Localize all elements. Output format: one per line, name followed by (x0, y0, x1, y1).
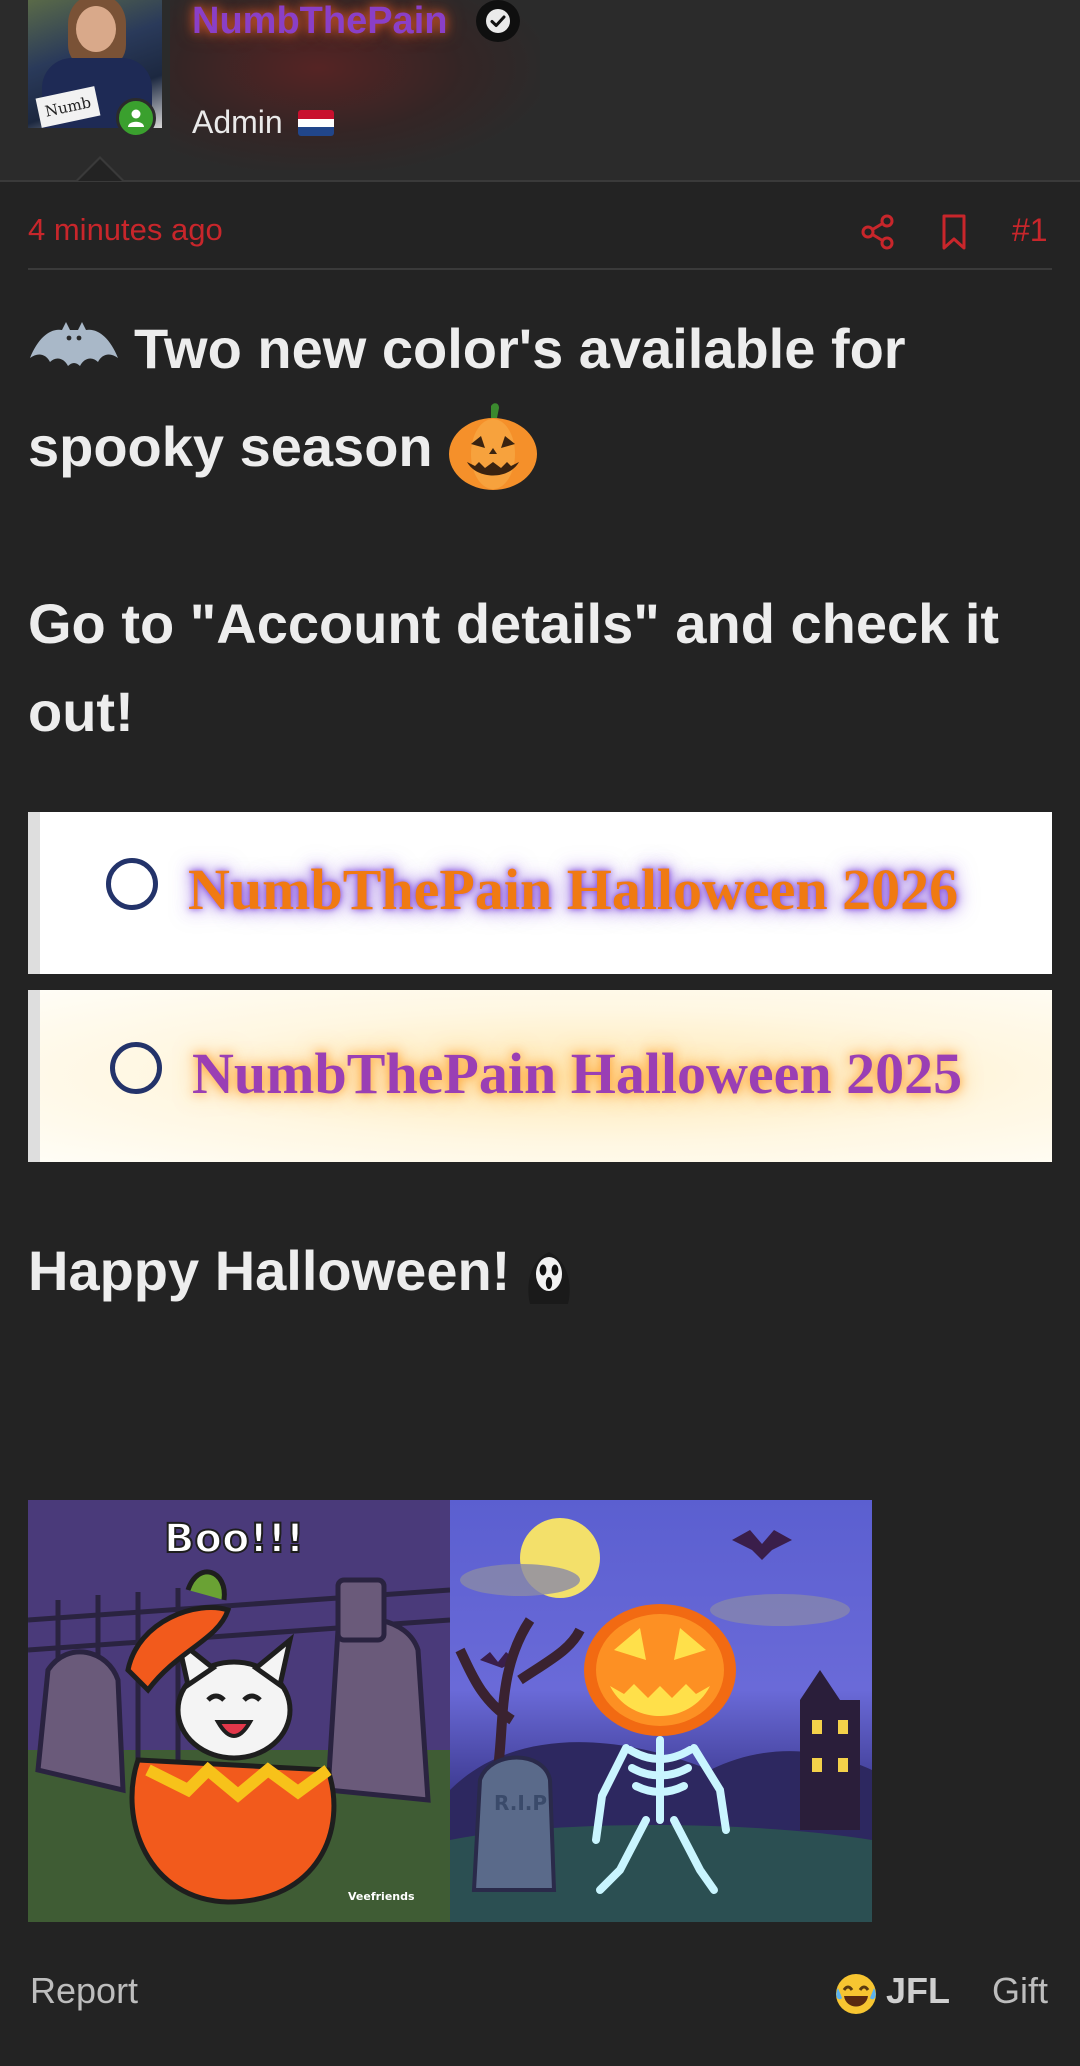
veefriends-watermark: Veefriends (348, 1890, 415, 1903)
verified-icon (476, 0, 520, 42)
color-option-halloween-2026[interactable]: NumbThePain Halloween 2026 (28, 812, 1052, 974)
tombstone-text: R.I.P (494, 1791, 547, 1815)
option-label: NumbThePain Halloween 2026 (188, 857, 959, 922)
author-username[interactable]: NumbThePain (192, 0, 447, 43)
greeting-line: Happy Halloween! (28, 1238, 574, 1304)
post-timestamp[interactable]: 4 minutes ago (28, 212, 223, 248)
online-status-icon (116, 98, 156, 138)
post-author-header: Numb NumbThePain Admin (0, 0, 1080, 182)
boo-caption: Boo!!! (164, 1516, 304, 1562)
radio-button[interactable] (110, 1042, 162, 1094)
radio-button[interactable] (106, 858, 158, 910)
gift-link[interactable]: Gift (992, 1970, 1048, 2012)
option-label: NumbThePain Halloween 2025 (192, 1041, 963, 1106)
reaction-label[interactable]: JFL (886, 1970, 950, 2012)
bookmark-icon[interactable] (934, 212, 974, 257)
share-icon[interactable] (858, 212, 898, 257)
post-body-text: Go to "Account details" and check it out… (28, 592, 1000, 743)
report-link[interactable]: Report (30, 1970, 138, 2012)
boo-cat-gif[interactable]: Boo!!! Veefriends (28, 1500, 450, 1922)
pumpkin-skeleton-gif[interactable]: R.I.P (450, 1500, 872, 1922)
header-pointer (76, 156, 124, 181)
crying-laughing-icon[interactable] (834, 1972, 878, 2025)
post-meta-row: 4 minutes ago #1 (28, 206, 1052, 270)
post-headline: Two new color's available for spooky sea… (28, 300, 1048, 496)
author-role: Admin (192, 104, 283, 140)
netherlands-flag-icon (298, 110, 334, 136)
color-option-halloween-2025[interactable]: NumbThePain Halloween 2025 (28, 990, 1052, 1162)
greeting-text: Happy Halloween! (28, 1239, 511, 1302)
post-number-link[interactable]: #1 (1012, 212, 1048, 249)
pumpkin-icon (448, 403, 537, 490)
ghostface-icon (528, 1252, 571, 1304)
post-footer: Report JFL Gift (0, 1970, 1080, 2030)
bat-icon (30, 322, 118, 366)
